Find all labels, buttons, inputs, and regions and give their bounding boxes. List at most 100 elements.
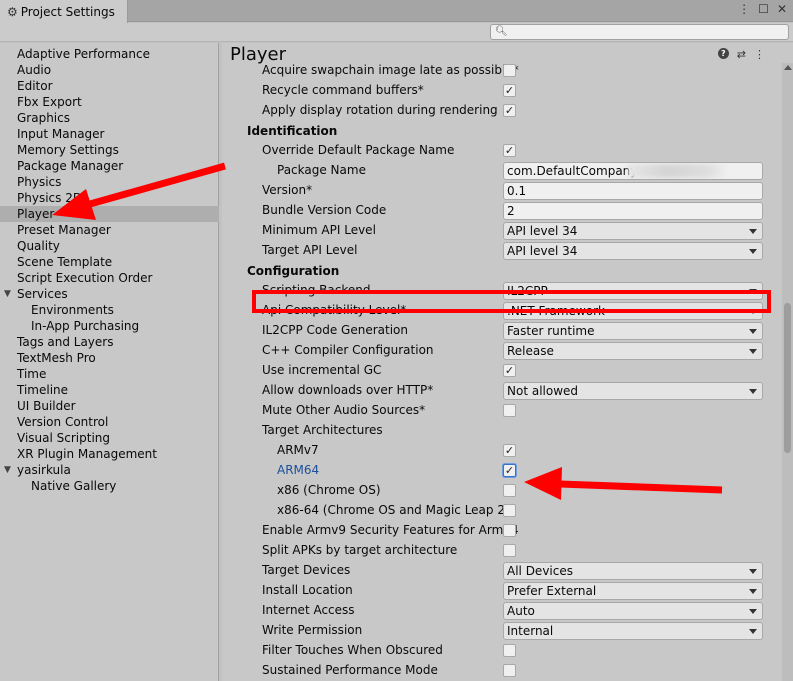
- maximize-icon[interactable]: ☐: [758, 2, 769, 16]
- sidebar-item[interactable]: Player: [0, 206, 219, 222]
- setting-text-field[interactable]: 0.1: [503, 182, 763, 200]
- dropdown-value: API level 34: [507, 224, 578, 238]
- setting-checkbox[interactable]: ✓: [503, 144, 516, 157]
- sidebar-item[interactable]: Input Manager: [0, 126, 219, 142]
- close-icon[interactable]: ✕: [777, 2, 787, 16]
- sidebar-item[interactable]: UI Builder: [0, 398, 219, 414]
- setting-checkbox[interactable]: ✓: [503, 464, 516, 477]
- sidebar-item[interactable]: Version Control: [0, 414, 219, 430]
- sidebar-item[interactable]: Editor: [0, 78, 219, 94]
- setting-text-field[interactable]: 2: [503, 202, 763, 220]
- sidebar-item[interactable]: XR Plugin Management: [0, 446, 219, 462]
- sidebar-item[interactable]: Visual Scripting: [0, 430, 219, 446]
- setting-dropdown[interactable]: Auto: [503, 602, 763, 620]
- setting-row: Target API Level API level 34: [222, 241, 782, 261]
- sidebar-item-label: Timeline: [17, 383, 69, 397]
- setting-dropdown[interactable]: API level 34: [503, 242, 763, 260]
- setting-label: Use incremental GC: [262, 363, 382, 377]
- setting-row: IL2CPP Code Generation Faster runtime: [222, 321, 782, 341]
- sidebar-item[interactable]: Quality: [0, 238, 219, 254]
- scrollbar[interactable]: [782, 63, 793, 681]
- sidebar-item[interactable]: Audio: [0, 62, 219, 78]
- sidebar-item[interactable]: Physics 2D: [0, 190, 219, 206]
- sidebar-item-label: Editor: [17, 79, 53, 93]
- setting-dropdown[interactable]: Prefer External: [503, 582, 763, 600]
- chevron-down-icon: [749, 329, 757, 334]
- settings-sidebar: Adaptive Performance Audio Editor Fbx Expor…: [0, 43, 219, 681]
- setting-checkbox[interactable]: [503, 544, 516, 557]
- setting-row: Acquire swapchain image late as possible…: [222, 61, 782, 81]
- setting-checkbox[interactable]: [503, 404, 516, 417]
- sidebar-item-label: Preset Manager: [17, 223, 111, 237]
- setting-checkbox[interactable]: ✓: [503, 444, 516, 457]
- setting-label: x86-64 (Chrome OS and Magic Leap 2): [277, 503, 510, 517]
- sidebar-item[interactable]: ▼ yasirkula: [0, 462, 219, 478]
- search-icon: 🔍︎: [495, 26, 508, 37]
- setting-dropdown[interactable]: Not allowed: [503, 382, 763, 400]
- setting-row: Internet Access Auto: [222, 601, 782, 621]
- setting-checkbox[interactable]: [503, 504, 516, 517]
- setting-checkbox[interactable]: ✓: [503, 84, 516, 97]
- setting-dropdown[interactable]: Faster runtime: [503, 322, 763, 340]
- field-value: 2: [507, 204, 515, 218]
- setting-checkbox[interactable]: ✓: [503, 104, 516, 117]
- help-icon[interactable]: ?: [717, 48, 729, 59]
- setting-checkbox[interactable]: [503, 64, 516, 77]
- expand-arrow-icon[interactable]: ▼: [4, 286, 11, 302]
- sidebar-item[interactable]: Time: [0, 366, 219, 382]
- setting-label: Acquire swapchain image late as possible…: [262, 63, 519, 77]
- expand-arrow-icon[interactable]: ▼: [4, 462, 11, 478]
- sidebar-item[interactable]: Timeline: [0, 382, 219, 398]
- dropdown-value: Auto: [507, 604, 535, 618]
- setting-row: Mute Other Audio Sources*: [222, 401, 782, 421]
- setting-checkbox[interactable]: [503, 664, 516, 677]
- sidebar-item[interactable]: Tags and Layers: [0, 334, 219, 350]
- sidebar-item[interactable]: Preset Manager: [0, 222, 219, 238]
- setting-label: Install Location: [262, 583, 353, 597]
- setting-checkbox[interactable]: [503, 644, 516, 657]
- setting-checkbox[interactable]: [503, 484, 516, 497]
- sidebar-item[interactable]: Adaptive Performance: [0, 46, 219, 62]
- setting-checkbox[interactable]: ✓: [503, 364, 516, 377]
- setting-dropdown[interactable]: Internal: [503, 622, 763, 640]
- setting-label: Package Name: [277, 163, 366, 177]
- search-input[interactable]: 🔍︎: [490, 24, 789, 40]
- sidebar-item-label: Visual Scripting: [17, 431, 110, 445]
- setting-label: Allow downloads over HTTP*: [262, 383, 434, 397]
- presets-icon[interactable]: ⇄: [737, 48, 746, 61]
- setting-label: C++ Compiler Configuration: [262, 343, 434, 357]
- setting-dropdown[interactable]: API level 34: [503, 222, 763, 240]
- setting-label: IL2CPP Code Generation: [262, 323, 409, 337]
- kebab-menu-icon[interactable]: ⋮: [754, 48, 765, 61]
- setting-label: x86 (Chrome OS): [277, 483, 381, 497]
- tab-project-settings[interactable]: ⚙ Project Settings: [0, 0, 128, 23]
- setting-checkbox[interactable]: [503, 524, 516, 537]
- kebab-menu-icon[interactable]: ⋮: [738, 2, 750, 16]
- sidebar-item[interactable]: ▼ Services: [0, 286, 219, 302]
- sidebar-item[interactable]: Package Manager: [0, 158, 219, 174]
- sidebar-item[interactable]: Script Execution Order: [0, 270, 219, 286]
- sidebar-item-label: Input Manager: [17, 127, 105, 141]
- setting-text-field[interactable]: com.DefaultCompany: [503, 162, 763, 180]
- sidebar-item-label: Version Control: [17, 415, 109, 429]
- setting-label: Split APKs by target architecture: [262, 543, 458, 557]
- setting-row: Target Architectures: [222, 421, 782, 441]
- sidebar-item[interactable]: Native Gallery: [0, 478, 219, 494]
- setting-row: Sustained Performance Mode: [222, 661, 782, 681]
- sidebar-item[interactable]: Physics: [0, 174, 219, 190]
- sidebar-item-label: Physics 2D: [17, 191, 83, 205]
- dropdown-value: Faster runtime: [507, 324, 595, 338]
- sidebar-item[interactable]: Scene Template: [0, 254, 219, 270]
- setting-dropdown[interactable]: All Devices: [503, 562, 763, 580]
- scroll-up-icon[interactable]: [784, 65, 792, 70]
- setting-dropdown[interactable]: Release: [503, 342, 763, 360]
- sidebar-item[interactable]: Memory Settings: [0, 142, 219, 158]
- sidebar-item[interactable]: In-App Purchasing: [0, 318, 219, 334]
- setting-row: Allow downloads over HTTP* Not allowed: [222, 381, 782, 401]
- sidebar-item[interactable]: Environments: [0, 302, 219, 318]
- scrollbar-thumb[interactable]: [784, 303, 791, 453]
- setting-label: Sustained Performance Mode: [262, 663, 438, 677]
- sidebar-item[interactable]: Fbx Export: [0, 94, 219, 110]
- sidebar-item[interactable]: Graphics: [0, 110, 219, 126]
- sidebar-item[interactable]: TextMesh Pro: [0, 350, 219, 366]
